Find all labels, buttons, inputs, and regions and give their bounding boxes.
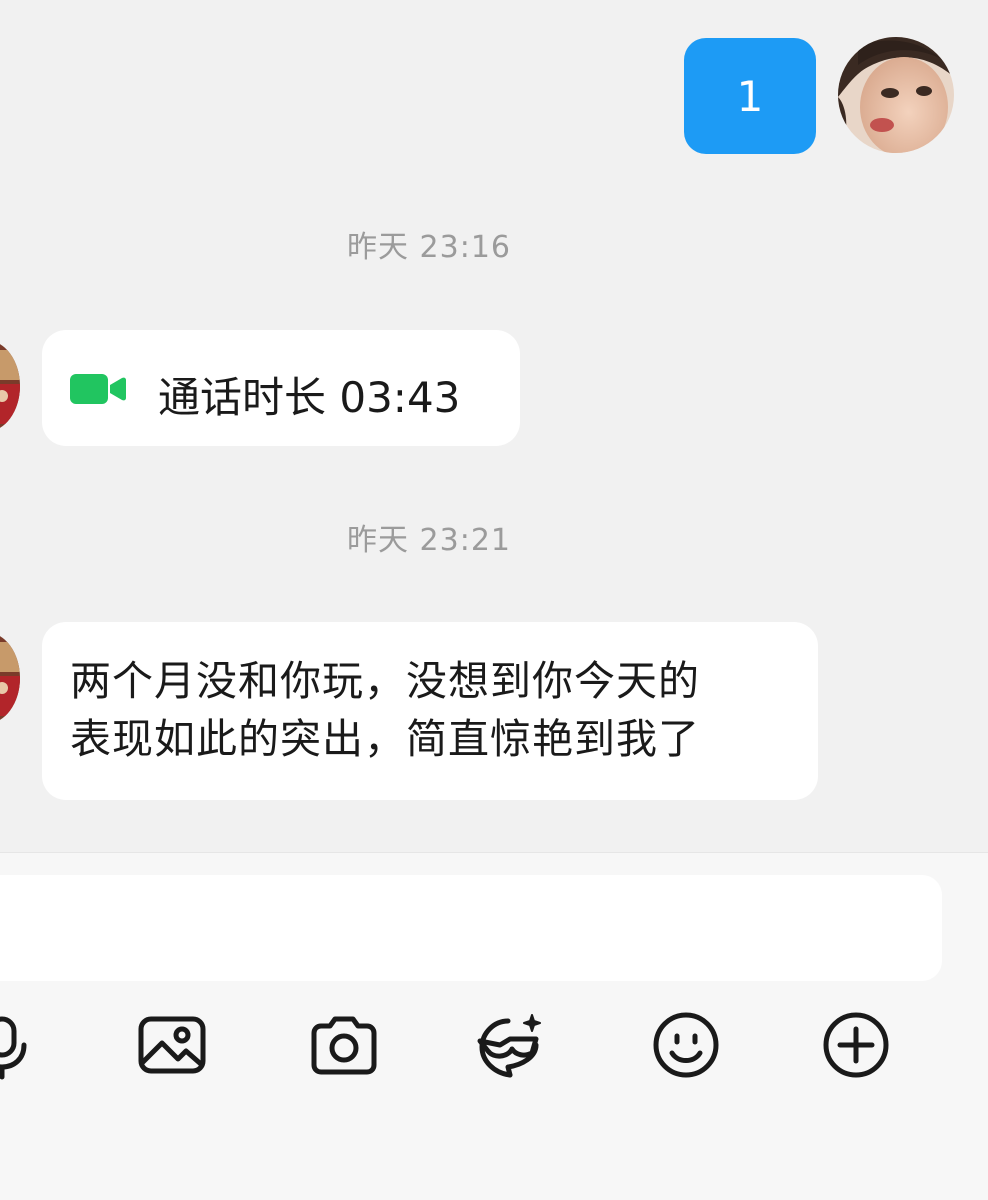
video-call-icon bbox=[70, 374, 126, 404]
input-panel bbox=[0, 852, 988, 1200]
chat-screen: 1 昨天 23:16 通话时长 03:43 昨天 23:21 两个月没和你玩，没… bbox=[0, 0, 988, 1200]
camera-icon[interactable] bbox=[308, 1009, 380, 1081]
call-duration-text: 通话时长 03:43 bbox=[158, 373, 461, 422]
image-icon[interactable] bbox=[136, 1009, 208, 1081]
message-line: 表现如此的突出，简直惊艳到我了 bbox=[70, 715, 700, 763]
outgoing-message-bubble[interactable]: 1 bbox=[684, 38, 816, 154]
peer-avatar[interactable] bbox=[0, 632, 20, 724]
peer-avatar[interactable] bbox=[0, 340, 20, 432]
my-avatar[interactable] bbox=[838, 37, 954, 153]
call-record-bubble[interactable]: 通话时长 03:43 bbox=[42, 330, 520, 446]
timestamp: 昨天 23:16 bbox=[347, 230, 511, 265]
emoji-icon[interactable] bbox=[650, 1009, 722, 1081]
message-list[interactable]: 1 昨天 23:16 通话时长 03:43 昨天 23:21 两个月没和你玩，没… bbox=[0, 0, 988, 852]
sticker-icon[interactable] bbox=[474, 1009, 546, 1081]
incoming-message-bubble[interactable]: 两个月没和你玩，没想到你今天的 表现如此的突出，简直惊艳到我了 bbox=[42, 622, 818, 800]
microphone-icon[interactable] bbox=[0, 1009, 38, 1081]
message-input[interactable] bbox=[0, 875, 942, 981]
plus-icon[interactable] bbox=[820, 1009, 892, 1081]
message-line: 两个月没和你玩，没想到你今天的 bbox=[70, 657, 700, 705]
outgoing-message-text: 1 bbox=[736, 71, 764, 121]
timestamp: 昨天 23:21 bbox=[347, 523, 511, 558]
